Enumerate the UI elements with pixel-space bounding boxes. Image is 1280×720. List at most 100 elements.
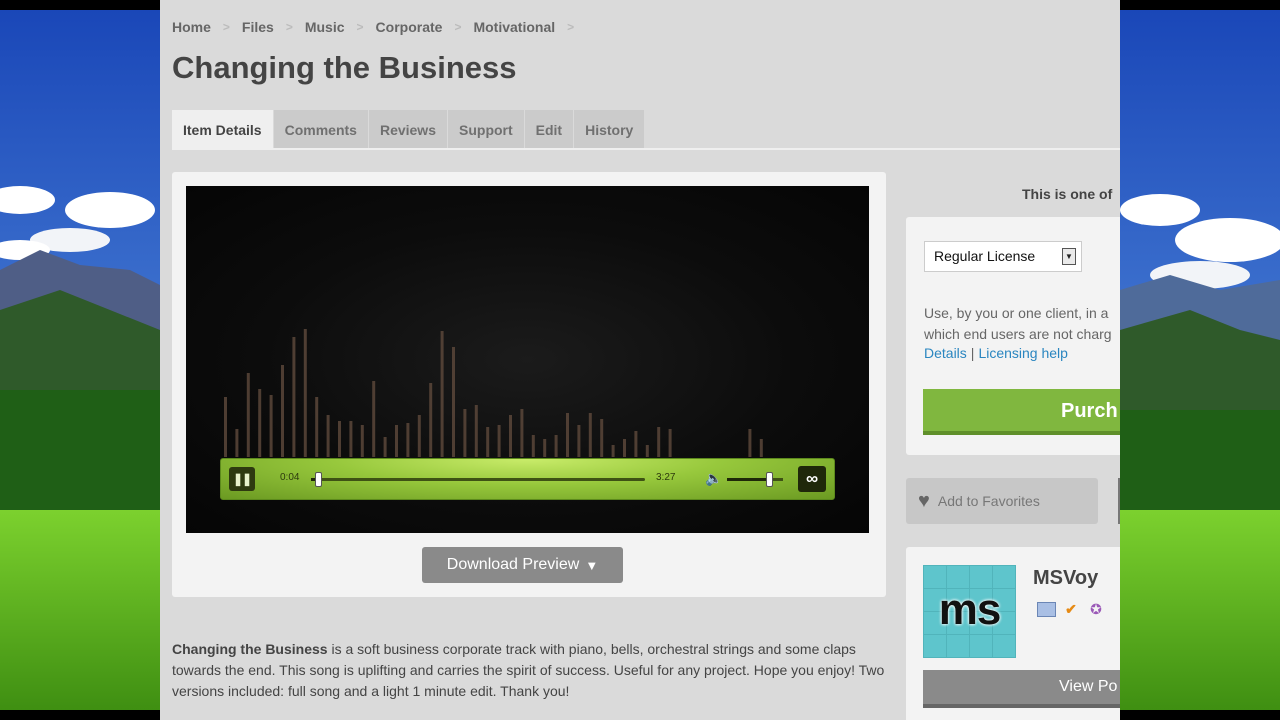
view-portfolio-button[interactable]: View Po xyxy=(923,670,1120,708)
avatar-logo: ms xyxy=(938,585,1002,634)
visualizer-bar xyxy=(645,445,649,457)
add-to-favorites-button[interactable]: ♥ Add to Favorites xyxy=(906,478,1098,524)
description-lead: Changing the Business xyxy=(172,641,328,657)
breadcrumb-music[interactable]: Music xyxy=(305,19,345,35)
author-card: ms MSVoy ✔ ✪ View Po xyxy=(906,547,1120,720)
tab-edit[interactable]: Edit xyxy=(524,110,575,149)
add-to-favorites-label: Add to Favorites xyxy=(937,493,1040,509)
visualizer-bar xyxy=(383,437,387,457)
purchase-button[interactable]: Purch xyxy=(923,389,1120,435)
visualizer-bar xyxy=(463,409,467,457)
visualizer-bar xyxy=(634,431,638,457)
visualizer-bar xyxy=(292,337,296,457)
license-links: Details | Licensing help xyxy=(924,345,1068,361)
visualizer-bar xyxy=(429,383,433,457)
volume-handle[interactable] xyxy=(766,472,773,487)
visualizer-bar xyxy=(372,381,376,457)
volume-icon[interactable]: 🔈 xyxy=(705,470,722,487)
breadcrumb-separator: > xyxy=(285,20,293,34)
download-preview-button[interactable]: Download Preview ▼ xyxy=(422,547,623,583)
breadcrumb: Home > Files > Music > Corporate > Motiv… xyxy=(172,19,586,35)
visualizer-bar xyxy=(657,427,661,457)
avatar[interactable]: ms xyxy=(923,565,1016,658)
breadcrumb-separator: > xyxy=(567,20,575,34)
license-select[interactable]: Regular License ▼ xyxy=(924,241,1082,272)
tab-comments[interactable]: Comments xyxy=(273,110,369,149)
visualizer-bar xyxy=(588,413,592,457)
tabs-divider xyxy=(172,148,1120,150)
chevron-down-icon[interactable]: ▼ xyxy=(1062,248,1076,265)
wallpaper-left xyxy=(0,10,160,710)
license-card: Regular License ▼ Use, by you or one cli… xyxy=(906,217,1120,455)
audio-preview-card: ❚❚ 0:04 3:27 🔈 ∞ Download Preview ▼ xyxy=(172,172,886,597)
breadcrumb-home[interactable]: Home xyxy=(172,19,211,35)
visualizer-bar xyxy=(554,435,558,457)
license-select-value: Regular License xyxy=(934,248,1036,264)
visualizer-bar xyxy=(326,415,330,457)
visualizer-bar xyxy=(566,413,569,457)
visualizer-bar xyxy=(395,425,398,457)
visualizer-bar xyxy=(486,427,490,457)
visualizer-bar xyxy=(338,421,341,457)
player-control-bar: ❚❚ 0:04 3:27 🔈 ∞ xyxy=(220,458,835,500)
collection-note: This is one of xyxy=(1022,186,1113,202)
audio-player: ❚❚ 0:04 3:27 🔈 ∞ xyxy=(186,186,869,533)
license-description-line: which end users are not charg xyxy=(924,326,1112,342)
visualizer-bar xyxy=(497,425,501,457)
breadcrumb-corporate[interactable]: Corporate xyxy=(376,19,443,35)
medal-badge-icon: ✪ xyxy=(1090,600,1102,617)
license-description: Use, by you or one client, in a which en… xyxy=(924,303,1120,345)
seek-bar[interactable] xyxy=(311,472,645,487)
country-flag-icon xyxy=(1037,602,1056,617)
licensing-help-link[interactable]: Licensing help xyxy=(978,345,1068,361)
wallpaper-right xyxy=(1120,10,1280,710)
breadcrumb-separator: > xyxy=(454,20,462,34)
tab-item-details[interactable]: Item Details xyxy=(172,110,274,149)
visualizer-bar xyxy=(452,347,455,457)
volume-level xyxy=(727,478,769,481)
breadcrumb-separator: > xyxy=(222,20,230,34)
visualizer-bar xyxy=(520,409,524,457)
visualizer-bar xyxy=(224,397,227,457)
item-tabs: Item Details Comments Reviews Support Ed… xyxy=(172,110,646,149)
adjacent-button-edge[interactable] xyxy=(1118,478,1120,524)
visualizer-bar xyxy=(611,445,615,457)
visualizer-bar xyxy=(531,435,535,457)
visualizer-bar xyxy=(246,373,250,457)
visualizer-bar xyxy=(360,425,364,457)
visualizer-bar xyxy=(748,429,752,457)
details-link[interactable]: Details xyxy=(924,345,967,361)
item-description: Changing the Business is a soft business… xyxy=(172,639,892,702)
total-time: 3:27 xyxy=(656,472,676,483)
link-separator: | xyxy=(970,345,975,361)
tab-history[interactable]: History xyxy=(574,110,646,149)
tab-support[interactable]: Support xyxy=(448,110,525,149)
visualizer-bar xyxy=(509,415,512,457)
author-name[interactable]: MSVoy xyxy=(1033,567,1098,590)
visualizer-bar xyxy=(235,429,239,457)
visualizer-bar xyxy=(258,389,262,457)
visualizer-bar xyxy=(269,395,273,457)
volume-slider[interactable] xyxy=(727,472,783,487)
visualizer-bar xyxy=(349,421,353,457)
pause-button[interactable]: ❚❚ xyxy=(229,467,255,491)
visualizer-bar xyxy=(406,423,410,457)
visualizer-bar xyxy=(440,331,444,457)
breadcrumb-motivational[interactable]: Motivational xyxy=(473,19,555,35)
download-arrow-icon: ▼ xyxy=(585,557,599,573)
visualizer-bar xyxy=(474,405,478,457)
breadcrumb-files[interactable]: Files xyxy=(242,19,274,35)
seek-handle[interactable] xyxy=(314,472,322,487)
visualizer-bar xyxy=(577,425,581,457)
visualizer-bar xyxy=(600,419,604,457)
author-badges: ✔ ✪ xyxy=(1037,599,1106,619)
visualizer-bar xyxy=(543,439,547,457)
breadcrumb-separator: > xyxy=(356,20,364,34)
visualizer-bar xyxy=(759,439,763,457)
loop-button[interactable]: ∞ xyxy=(798,466,826,492)
tab-reviews[interactable]: Reviews xyxy=(368,110,448,149)
item-page: Home > Files > Music > Corporate > Motiv… xyxy=(160,0,1120,720)
download-preview-label: Download Preview xyxy=(446,556,580,573)
page-title: Changing the Business xyxy=(172,50,517,85)
visualizer-bar xyxy=(668,429,672,457)
